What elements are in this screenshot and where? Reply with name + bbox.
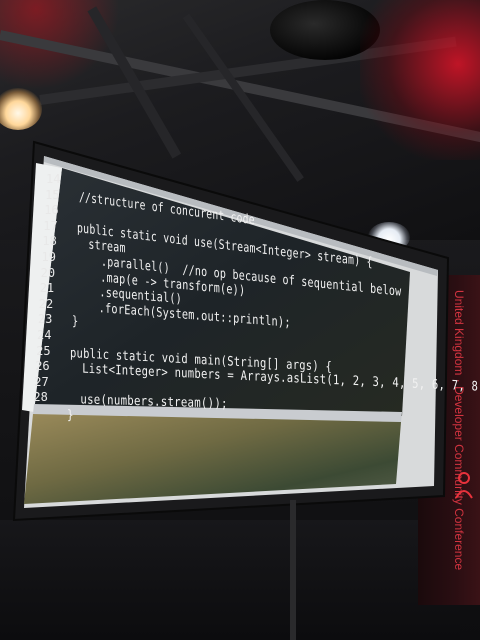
line-number: 14 [46, 172, 61, 186]
screen-stand [290, 500, 296, 640]
conference-stage-photo: DEVOXX United Kingdom · Developer Commun… [0, 0, 480, 640]
code-line: } [66, 408, 74, 424]
line-number: 20 [40, 265, 56, 280]
line-number: 21 [39, 281, 55, 296]
line-number: 23 [37, 312, 53, 327]
line-number: 26 [35, 359, 50, 374]
line-number: 17 [43, 218, 58, 233]
line-number: 22 [38, 296, 54, 311]
line-number: 28 [33, 390, 48, 405]
code-slide: 14 15 16 17 18 19 20 21 22 23 24 25 26 27 28 //structu… [0, 0, 480, 640]
code-line: } [71, 314, 79, 330]
line-number: 19 [41, 250, 56, 264]
line-number: 16 [44, 203, 59, 218]
code-line: use(numbers.stream()); [67, 392, 229, 413]
line-number: 24 [37, 328, 52, 342]
line-number: 25 [36, 343, 51, 358]
line-number: 18 [42, 234, 57, 249]
code-line: //structure of concurent code [79, 189, 255, 228]
line-number: 15 [45, 187, 60, 202]
line-number: 27 [34, 374, 49, 389]
